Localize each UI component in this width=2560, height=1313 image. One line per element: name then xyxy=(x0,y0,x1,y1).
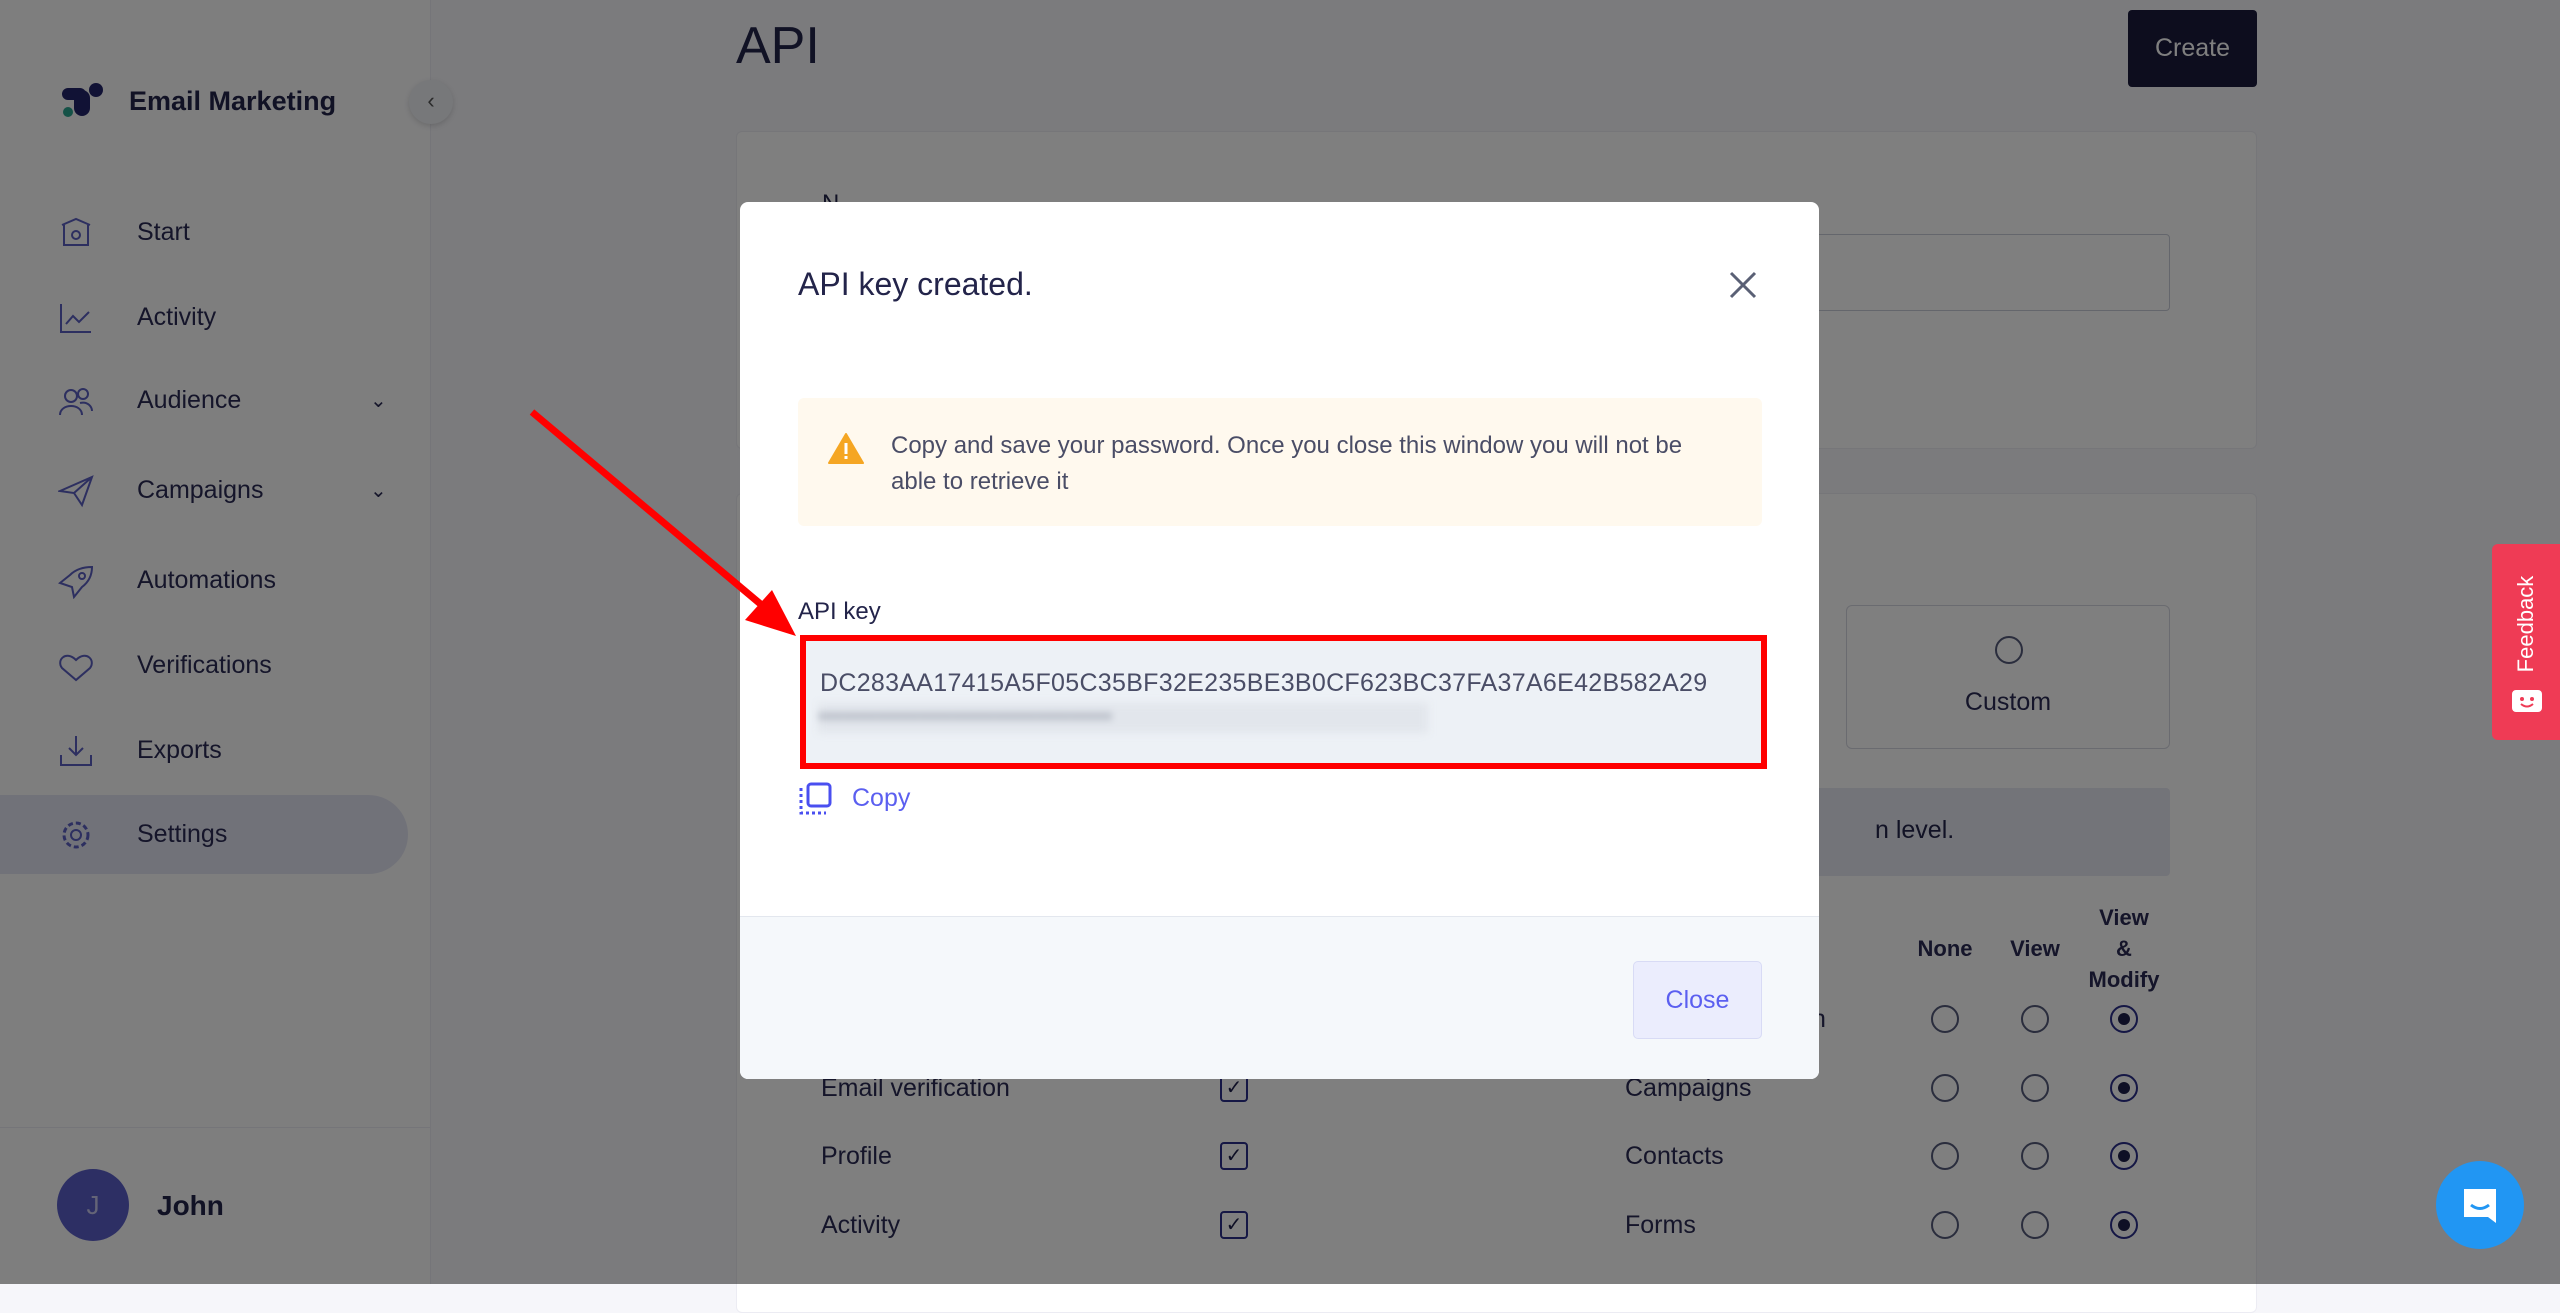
warning-icon xyxy=(828,433,864,464)
feedback-label: Feedback xyxy=(2513,575,2538,673)
api-key-modal: API key created. Copy and save your pass… xyxy=(740,202,1819,1079)
copy-button[interactable]: Copy xyxy=(798,780,910,816)
api-key-label: API key xyxy=(798,598,881,625)
warning-text: Copy and save your password. Once you cl… xyxy=(891,432,1683,495)
close-button[interactable]: Close xyxy=(1633,961,1762,1039)
close-icon[interactable] xyxy=(1728,270,1758,300)
modal-footer: Close xyxy=(740,916,1819,1079)
chat-icon xyxy=(2464,1189,2496,1223)
copy-label: Copy xyxy=(852,783,911,812)
feedback-tab[interactable]: Feedback xyxy=(2492,544,2560,740)
modal-title: API key created. xyxy=(798,266,1033,302)
chat-button[interactable] xyxy=(2436,1161,2524,1249)
copy-icon xyxy=(799,782,832,815)
api-key-field[interactable]: DC283AA17415A5F05C35BF32E235BE3B0CF623BC… xyxy=(800,635,1767,769)
api-key-hidden-part: ••••••••••••••••••••••••••••••••••• xyxy=(818,703,1428,733)
api-key-value: DC283AA17415A5F05C35BF32E235BE3B0CF623BC… xyxy=(820,669,1708,697)
warning-box: Copy and save your password. Once you cl… xyxy=(798,398,1762,526)
smiley-icon xyxy=(2512,690,2542,712)
